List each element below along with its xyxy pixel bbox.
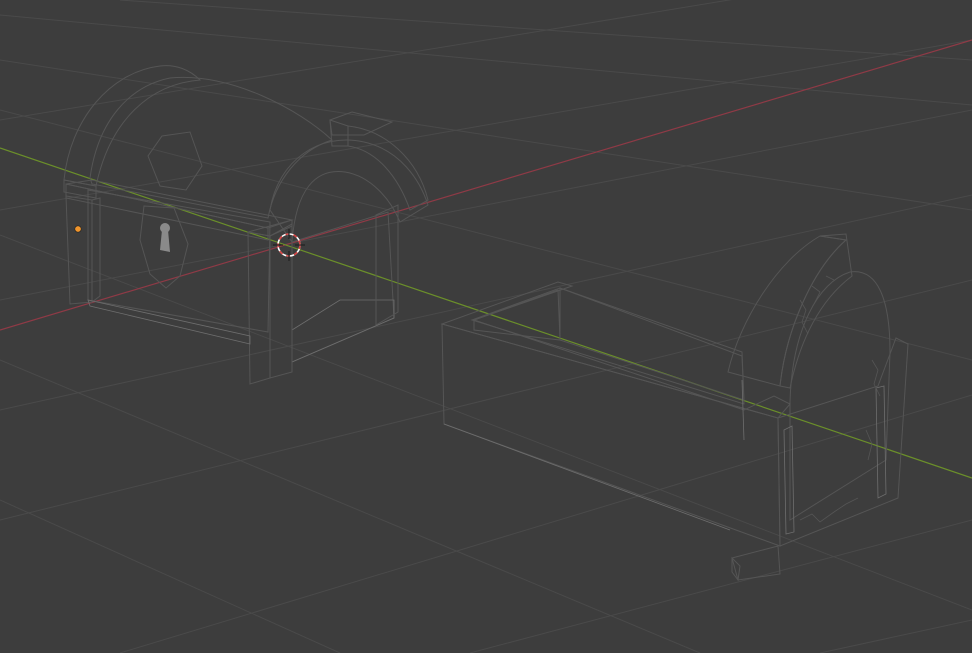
viewport-scene[interactable]: [0, 0, 972, 653]
chest-base-mesh[interactable]: [440, 233, 909, 582]
object-origin-icon[interactable]: [74, 225, 82, 233]
3d-viewport[interactable]: [0, 0, 972, 653]
floor-grid: [0, 0, 972, 653]
chest-lid-mesh[interactable]: [63, 65, 429, 385]
3d-cursor-icon[interactable]: [273, 229, 305, 261]
